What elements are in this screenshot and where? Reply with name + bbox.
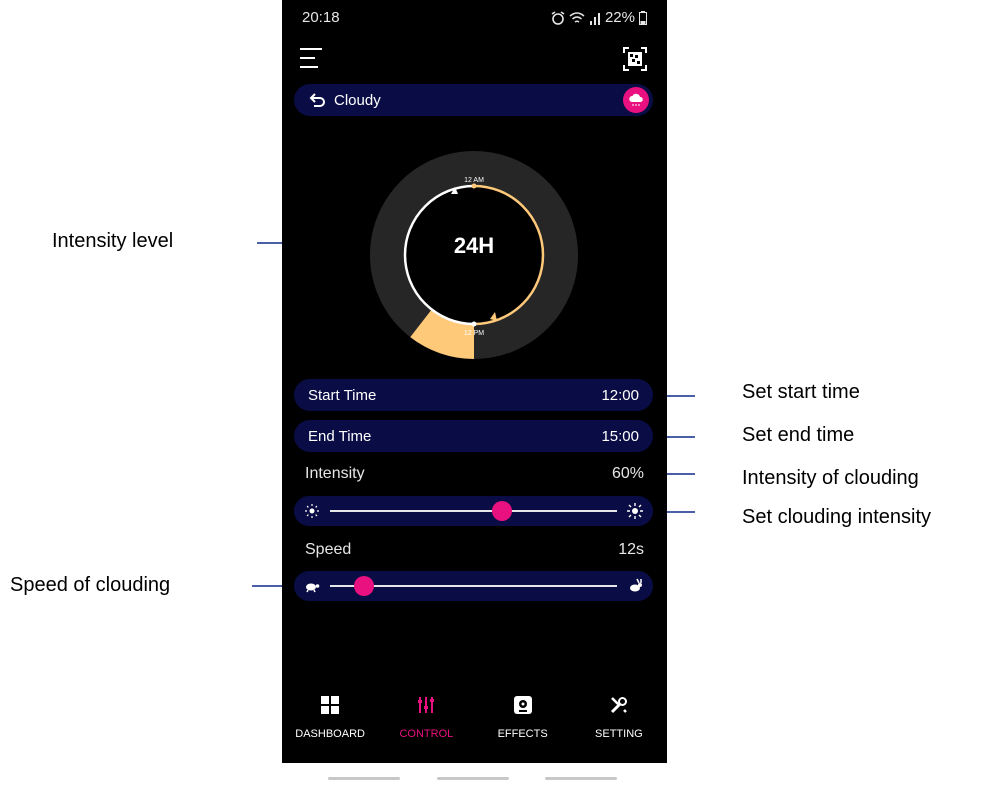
sliders-icon (418, 697, 435, 713)
nav-dashboard[interactable]: DASHBOARD (282, 683, 378, 763)
speed-slider[interactable] (294, 571, 653, 601)
nav-control-label: CONTROL (399, 728, 454, 740)
cloud-icon[interactable] (623, 87, 649, 113)
start-time-value: 12:00 (601, 386, 639, 404)
annotated-screenshot: Intensity level Speed of clouding Set st… (0, 0, 983, 791)
rabbit-icon (630, 578, 642, 592)
nav-setting-label: SETTING (595, 728, 643, 740)
status-time: 20:18 (302, 9, 340, 26)
annotation-intensity-of-clouding: Intensity of clouding (742, 467, 919, 489)
intensity-slider[interactable] (294, 496, 653, 526)
annotation-set-clouding-intensity: Set clouding intensity (742, 506, 932, 528)
start-time-button[interactable]: Start Time 12:00 (294, 379, 653, 411)
sun-high-icon (627, 503, 643, 519)
signal-icon (589, 12, 600, 25)
end-time-label: End Time (308, 427, 372, 445)
start-time-label: Start Time (308, 386, 377, 404)
header-bar: Cloudy (294, 84, 653, 116)
wifi-icon (569, 11, 585, 23)
annotation-set-end-time: Set end time (742, 424, 855, 446)
back-arrow-icon[interactable] (308, 91, 326, 109)
tools-icon (610, 697, 627, 714)
intensity-row: Intensity 60% (305, 465, 644, 483)
dial-top-label: 12 AM (464, 177, 484, 184)
battery-percent: 22% (604, 9, 635, 26)
nav-dashboard-label: DASHBOARD (295, 728, 365, 740)
end-time-button[interactable]: End Time 15:00 (294, 420, 653, 452)
speed-label: Speed (305, 541, 352, 558)
intensity-value: 60% (611, 465, 644, 482)
battery-icon (639, 10, 647, 25)
qr-scan-icon[interactable] (623, 47, 647, 71)
turtle-icon (306, 583, 320, 593)
dial-bottom-label: 12 PM (464, 330, 484, 337)
dial-center-label: 24H (453, 233, 495, 258)
nav-effects-label: EFFECTS (497, 728, 548, 740)
annotation-set-start-time: Set start time (742, 381, 860, 403)
page-title: Cloudy (334, 91, 381, 109)
intensity-slider-track[interactable] (330, 510, 617, 512)
intensity-label: Intensity (305, 465, 365, 482)
grid-icon (321, 696, 340, 714)
nav-effects[interactable]: EFFECTS (475, 683, 571, 763)
bottom-nav: DASHBOARD CONTROL EFFECTS SETTING (282, 683, 667, 763)
end-time-value: 15:00 (601, 427, 639, 445)
intensity-slider-knob[interactable] (492, 501, 513, 521)
speed-row: Speed 12s (305, 541, 644, 559)
annotation-intensity-level: Intensity level (52, 230, 174, 252)
gesture-bar (282, 763, 667, 791)
nav-control[interactable]: CONTROL (378, 683, 474, 763)
nav-setting[interactable]: SETTING (571, 683, 667, 763)
effects-icon (513, 696, 532, 714)
phone-screen: 20:18 22% Cloudy 12 AM 12 PM 24H Start T… (282, 0, 667, 791)
status-icons: 22% (551, 9, 647, 26)
annotation-speed-of-clouding: Speed of clouding (10, 574, 171, 596)
speed-slider-knob[interactable] (354, 576, 375, 596)
speed-value: 12s (618, 541, 644, 558)
menu-icon[interactable] (300, 48, 322, 70)
alarm-icon (551, 10, 565, 25)
sun-low-icon (305, 504, 319, 518)
